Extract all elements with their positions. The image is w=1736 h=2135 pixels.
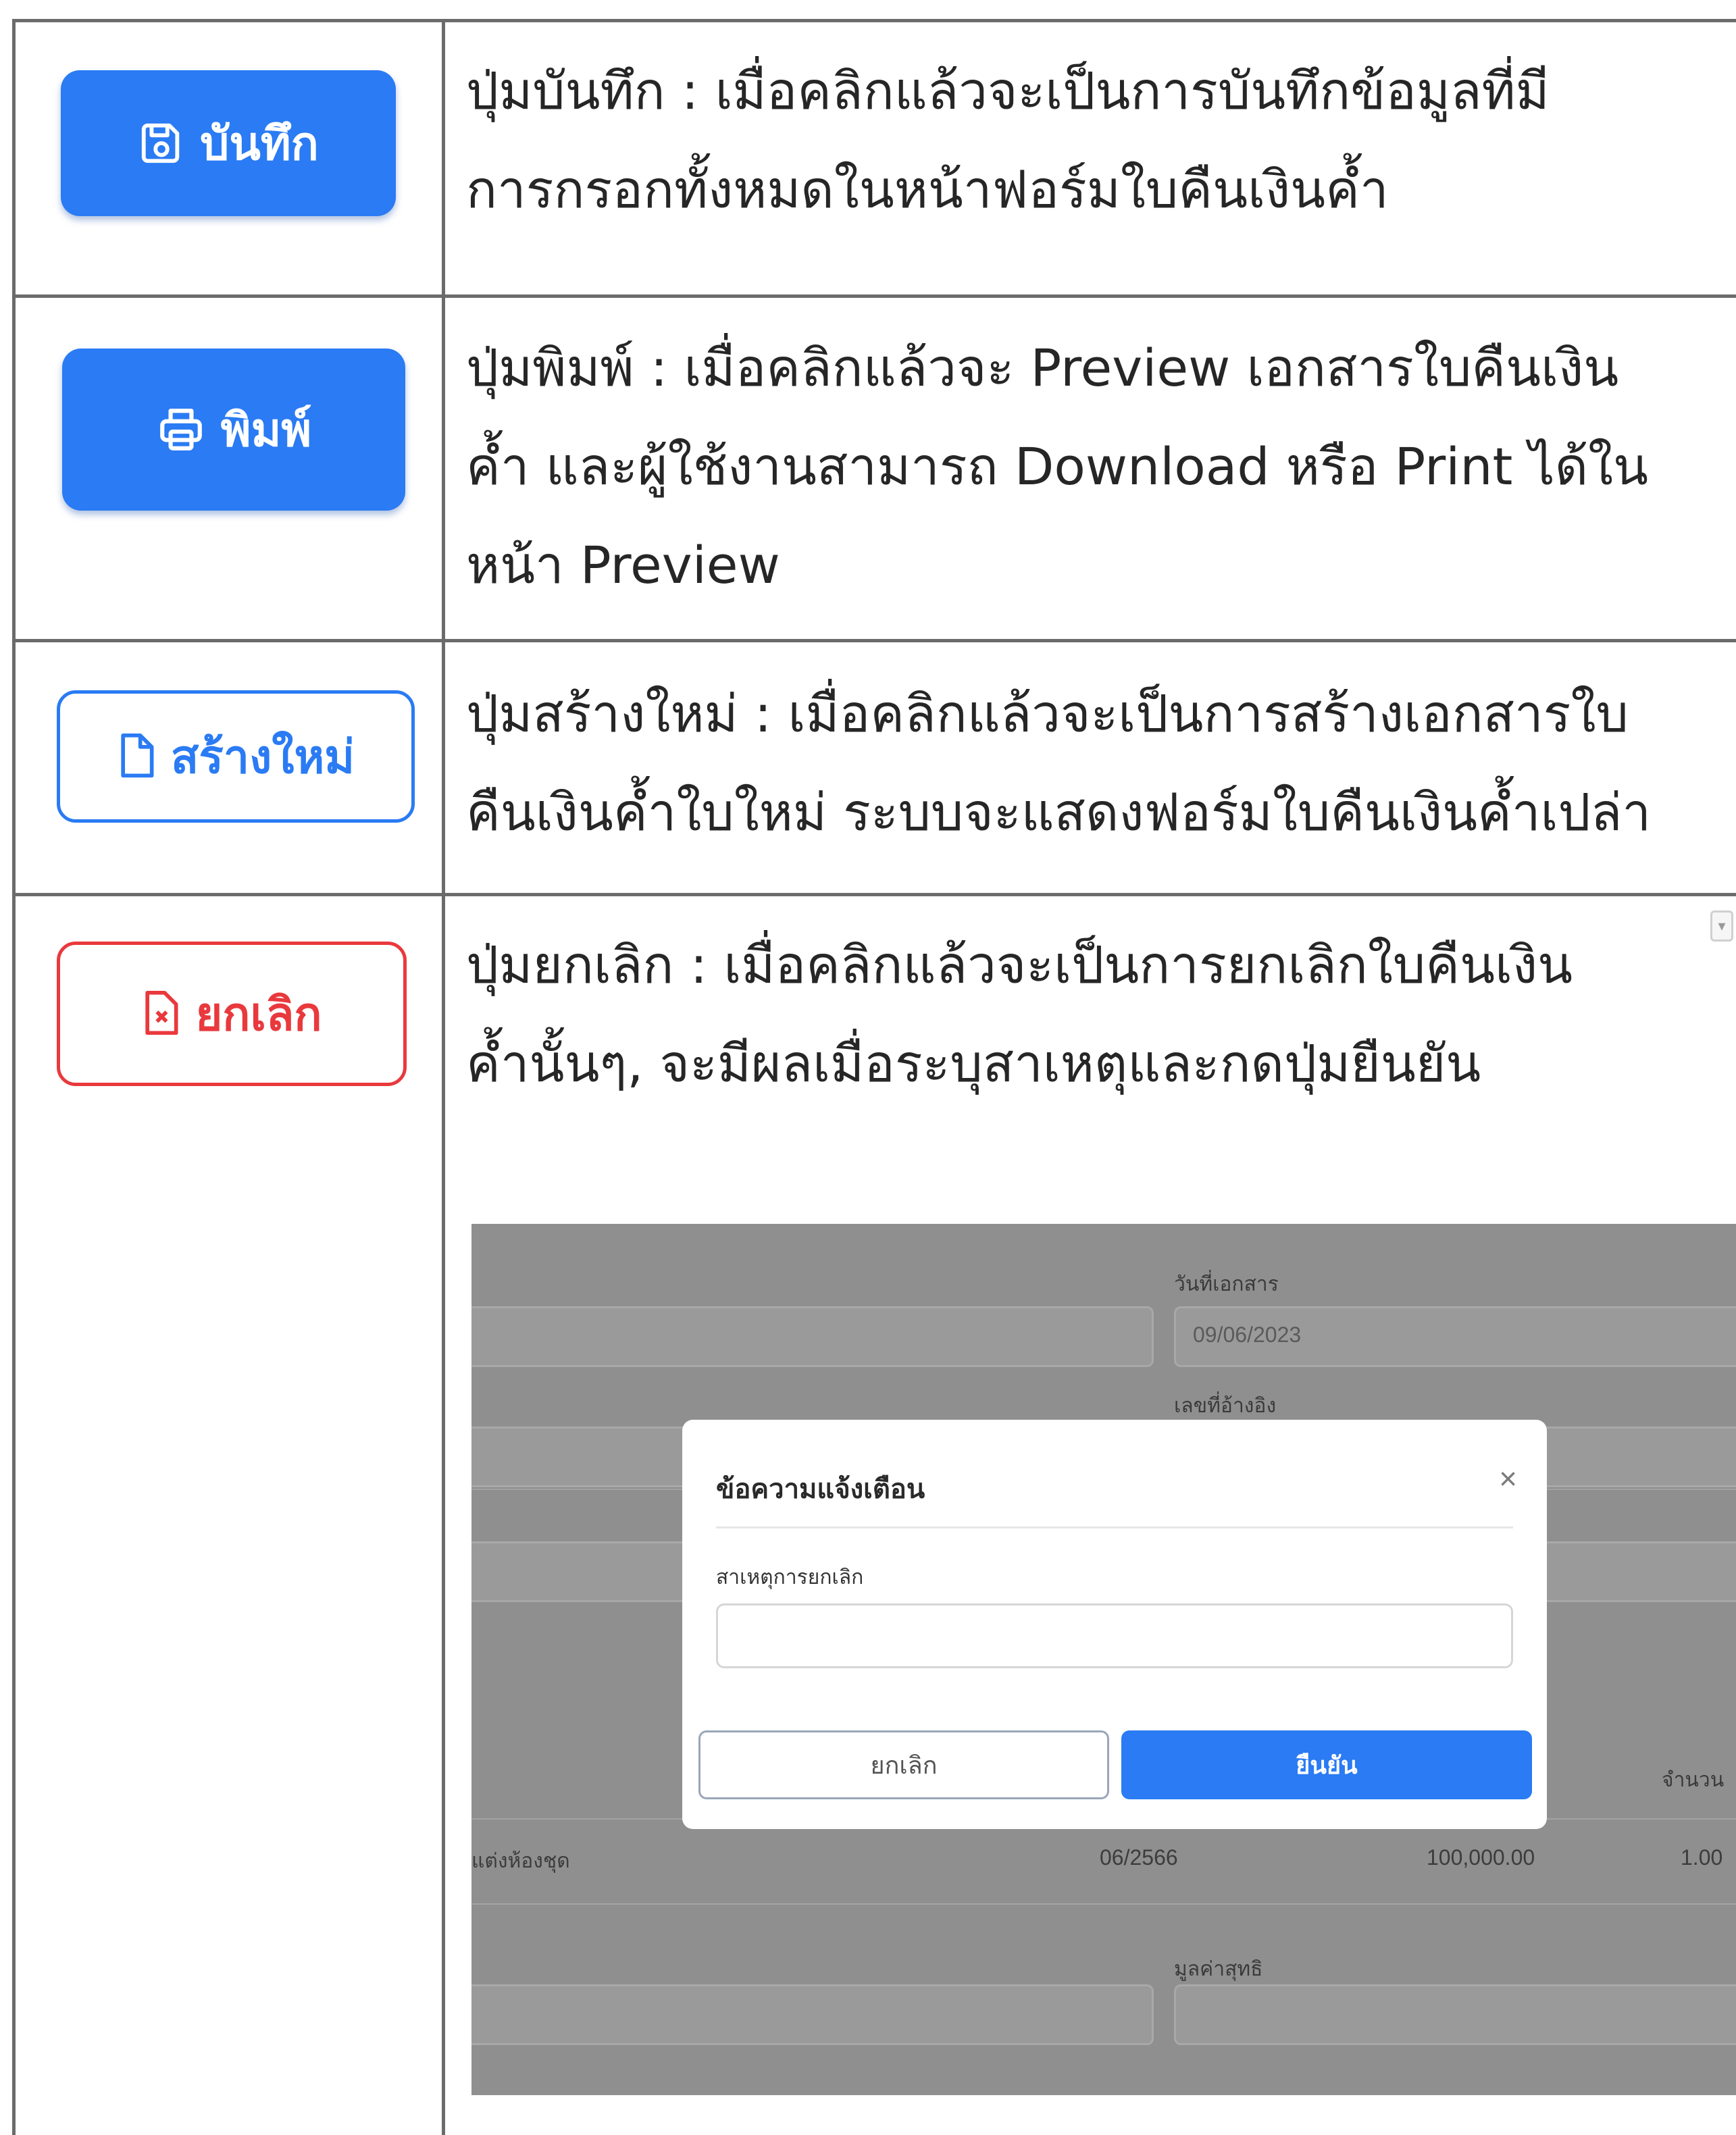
description-line: ปุ่มบันทึก : เมื่อคลิกแล้วจะเป็นการบันทึ…	[466, 61, 1550, 121]
cancel-file-icon	[141, 991, 180, 1037]
cancel-description: ปุ่มยกเลิก : เมื่อคลิกแล้วจะเป็นการยกเลิ…	[466, 916, 1736, 1113]
table-border-top	[12, 19, 1736, 22]
close-icon[interactable]: ×	[1499, 1463, 1517, 1494]
form-field	[471, 1306, 1154, 1367]
instruction-table: บันทึก ปุ่มบันทึก : เมื่อคลิกแล้วจะเป็นก…	[0, 0, 1736, 2135]
new-file-icon	[117, 734, 156, 779]
doc-date-label: วันที่เอกสาร	[1174, 1273, 1279, 1295]
cancel-reason-label: สาเหตุการยกเลิก	[716, 1566, 864, 1589]
row-divider	[12, 639, 1736, 642]
row-divider	[12, 294, 1736, 298]
new-button[interactable]: สร้างใหม่	[57, 690, 415, 823]
cancel-button-label: ยกเลิก	[195, 988, 322, 1041]
table-divider	[471, 1903, 1736, 1905]
doc-date-value: 09/06/2023	[1193, 1322, 1302, 1347]
modal-cancel-button[interactable]: ยกเลิก	[698, 1730, 1109, 1799]
description-line: ปุ่มยกเลิก : เมื่อคลิกแล้วจะเป็นการยกเลิ…	[466, 935, 1573, 995]
description-line: การกรอกทั้งหมดในหน้าฟอร์มใบคืนเงินค้ำ	[466, 159, 1389, 220]
column-divider	[442, 20, 445, 2135]
cancel-dialog-screenshot: วันที่เอกสาร 09/06/2023 เลขที่อ้างอิง จำ…	[471, 1224, 1736, 2095]
cancel-confirm-modal: ข้อความแจ้งเตือน × สาเหตุการยกเลิก ยกเลิ…	[682, 1420, 1547, 1829]
row-qty: 1.00	[1681, 1845, 1723, 1870]
description-line: ค้ำนั้นๆ, จะมีผลเมื่อระบุสาเหตุและกดปุ่ม…	[466, 1033, 1481, 1094]
modal-confirm-button[interactable]: ยืนยัน	[1121, 1730, 1532, 1799]
new-button-label: สร้างใหม่	[170, 731, 355, 784]
save-icon	[138, 120, 185, 167]
print-button[interactable]: พิมพ์	[62, 349, 405, 511]
dropdown-handle-icon[interactable]: ▾	[1710, 910, 1733, 942]
modal-divider	[716, 1526, 1513, 1528]
description-line: หน้า Preview	[466, 535, 780, 595]
ref-no-label: เลขที่อ้างอิง	[1174, 1395, 1277, 1417]
net-value-label: มูลค่าสุทธิ	[1174, 1958, 1263, 1980]
row-amount: 100,000.00	[1427, 1845, 1535, 1870]
new-description: ปุ่มสร้างใหม่ : เมื่อคลิกแล้วจะเป็นการสร…	[466, 665, 1736, 862]
save-button[interactable]: บันทึก	[61, 70, 396, 216]
description-line: ปุ่มสร้างใหม่ : เมื่อคลิกแล้วจะเป็นการสร…	[466, 684, 1629, 744]
row-divider	[12, 893, 1736, 896]
print-description: ปุ่มพิมพ์ : เมื่อคลิกแล้วจะ Preview เอกส…	[466, 319, 1736, 615]
qty-column-header: จำนวน	[1662, 1769, 1725, 1791]
row-item: แต่งห้องชุด	[471, 1850, 570, 1872]
description-line: คืนเงินค้ำใบใหม่ ระบบจะแสดงฟอร์มใบคืนเงิ…	[466, 782, 1652, 842]
printer-icon	[156, 405, 206, 455]
description-line: ปุ่มพิมพ์ : เมื่อคลิกแล้วจะ Preview เอกส…	[466, 338, 1619, 398]
description-line: ค้ำ และผู้ใช้งานสามารถ Download หรือ Pri…	[466, 436, 1649, 496]
save-description: ปุ่มบันทึก : เมื่อคลิกแล้วจะเป็นการบันทึ…	[466, 42, 1736, 239]
print-button-label: พิมพ์	[220, 404, 312, 457]
save-button-label: บันทึก	[200, 118, 319, 171]
cancel-reason-input[interactable]	[716, 1603, 1513, 1668]
net-value-field	[1174, 1984, 1736, 2045]
form-field	[471, 1984, 1154, 2045]
row-period: 06/2566	[1100, 1845, 1178, 1870]
table-border-left	[12, 20, 16, 2135]
cancel-button[interactable]: ยกเลิก	[57, 942, 407, 1086]
modal-title: ข้อความแจ้งเตือน	[716, 1474, 925, 1504]
